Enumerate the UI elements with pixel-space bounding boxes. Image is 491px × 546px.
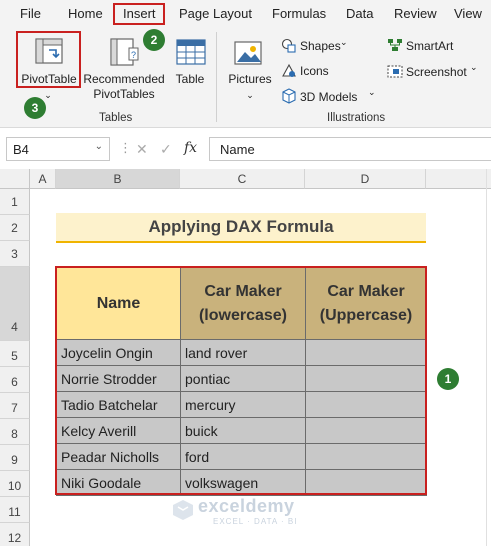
name-box-value: B4 bbox=[13, 142, 29, 157]
insert-tab-highlight bbox=[113, 3, 165, 25]
recommended-pivottables-icon[interactable]: ? bbox=[107, 36, 141, 68]
tab-review[interactable]: Review bbox=[394, 6, 437, 21]
col-header-b[interactable]: B bbox=[56, 169, 180, 189]
recommended-pivottables-label-2[interactable]: PivotTables bbox=[83, 87, 165, 101]
3d-models-dropdown-icon[interactable]: ⌄ bbox=[368, 87, 376, 98]
tab-view[interactable]: View bbox=[454, 6, 482, 21]
tab-formulas[interactable]: Formulas bbox=[272, 6, 326, 21]
screenshot-icon[interactable] bbox=[387, 64, 403, 78]
row-header-10[interactable]: 10 bbox=[0, 471, 30, 497]
step-badge-1: 1 bbox=[437, 368, 459, 390]
sheet-title[interactable]: Applying DAX Formula bbox=[56, 213, 426, 243]
col-header-c[interactable]: C bbox=[180, 169, 305, 189]
insert-function-icon[interactable]: fx bbox=[184, 140, 197, 156]
row-header-7[interactable]: 7 bbox=[0, 393, 30, 419]
select-all-corner[interactable] bbox=[0, 169, 30, 189]
group-illustrations-label: Illustrations bbox=[327, 112, 386, 124]
row-header-11[interactable]: 11 bbox=[0, 497, 30, 523]
row-header-4[interactable]: 4 bbox=[0, 267, 30, 341]
screenshot-dropdown-icon[interactable]: ⌄ bbox=[470, 62, 478, 73]
col-header-e[interactable] bbox=[426, 169, 491, 189]
row-header-2[interactable]: 2 bbox=[0, 215, 30, 241]
smartart-icon[interactable] bbox=[387, 38, 403, 52]
3d-models-label[interactable]: 3D Models bbox=[300, 90, 357, 104]
icons-label[interactable]: Icons bbox=[300, 64, 329, 78]
col-header-a[interactable]: A bbox=[30, 169, 56, 189]
shapes-icon[interactable] bbox=[281, 38, 297, 54]
row-header-12[interactable]: 12 bbox=[0, 523, 30, 546]
row-header-6[interactable]: 6 bbox=[0, 367, 30, 393]
grid-edge bbox=[486, 169, 487, 546]
icons-icon[interactable] bbox=[281, 63, 297, 79]
row-header-3[interactable]: 3 bbox=[0, 241, 30, 267]
row-header-8[interactable]: 8 bbox=[0, 419, 30, 445]
tab-home[interactable]: Home bbox=[68, 6, 103, 21]
watermark-logo-icon bbox=[173, 500, 193, 520]
formula-bar: B4 ⌄ ⋮ ✕ ✓ fx Name bbox=[0, 134, 491, 166]
watermark-brand: exceldemy bbox=[198, 496, 295, 516]
row-header-5[interactable]: 5 bbox=[0, 341, 30, 367]
pictures-icon[interactable] bbox=[233, 38, 265, 68]
step-badge-3: 3 bbox=[24, 97, 46, 119]
pictures-dropdown-icon[interactable]: ⌄ bbox=[242, 88, 258, 102]
shapes-label[interactable]: Shapes bbox=[300, 39, 341, 53]
formula-bar-grip-icon: ⋮ bbox=[119, 140, 132, 155]
tab-file[interactable]: File bbox=[20, 6, 41, 21]
tab-page-layout[interactable]: Page Layout bbox=[179, 6, 252, 21]
screenshot-label[interactable]: Screenshot bbox=[406, 65, 467, 79]
row-header-1[interactable]: 1 bbox=[0, 189, 30, 215]
step-badge-2: 2 bbox=[143, 29, 165, 51]
3d-models-icon[interactable] bbox=[281, 88, 297, 104]
group-tables-label: Tables bbox=[99, 112, 133, 124]
pivottable-label[interactable]: PivotTable bbox=[20, 72, 78, 86]
menu-bar: File Home Insert Page Layout Formulas Da… bbox=[0, 0, 491, 28]
group-separator bbox=[216, 32, 217, 122]
cancel-icon[interactable]: ✕ bbox=[136, 141, 148, 158]
table-range-highlight bbox=[55, 266, 427, 495]
enter-icon[interactable]: ✓ bbox=[160, 141, 172, 158]
table-label[interactable]: Table bbox=[172, 72, 208, 86]
watermark-tagline: EXCEL · DATA · BI bbox=[213, 517, 298, 526]
pictures-label[interactable]: Pictures bbox=[226, 72, 274, 86]
table-icon[interactable] bbox=[175, 38, 207, 68]
name-box[interactable]: B4 ⌄ bbox=[6, 137, 110, 161]
tab-data[interactable]: Data bbox=[346, 6, 373, 21]
pivottable-icon[interactable] bbox=[33, 36, 65, 66]
recommended-pivottables-label-1[interactable]: Recommended bbox=[83, 72, 165, 86]
smartart-label[interactable]: SmartArt bbox=[406, 39, 453, 53]
svg-text:?: ? bbox=[131, 50, 136, 60]
worksheet-grid: A B C D 1 2 3 4 5 6 7 8 9 10 11 12 Apply… bbox=[0, 169, 491, 546]
name-box-dropdown-icon[interactable]: ⌄ bbox=[95, 141, 103, 152]
ribbon: PivotTable ⌄ ? Recommended PivotTables T… bbox=[0, 28, 491, 128]
row-header-9[interactable]: 9 bbox=[0, 445, 30, 471]
shapes-dropdown-icon[interactable]: ⌄ bbox=[340, 37, 348, 48]
col-header-d[interactable]: D bbox=[305, 169, 426, 189]
formula-input[interactable]: Name bbox=[209, 137, 491, 161]
